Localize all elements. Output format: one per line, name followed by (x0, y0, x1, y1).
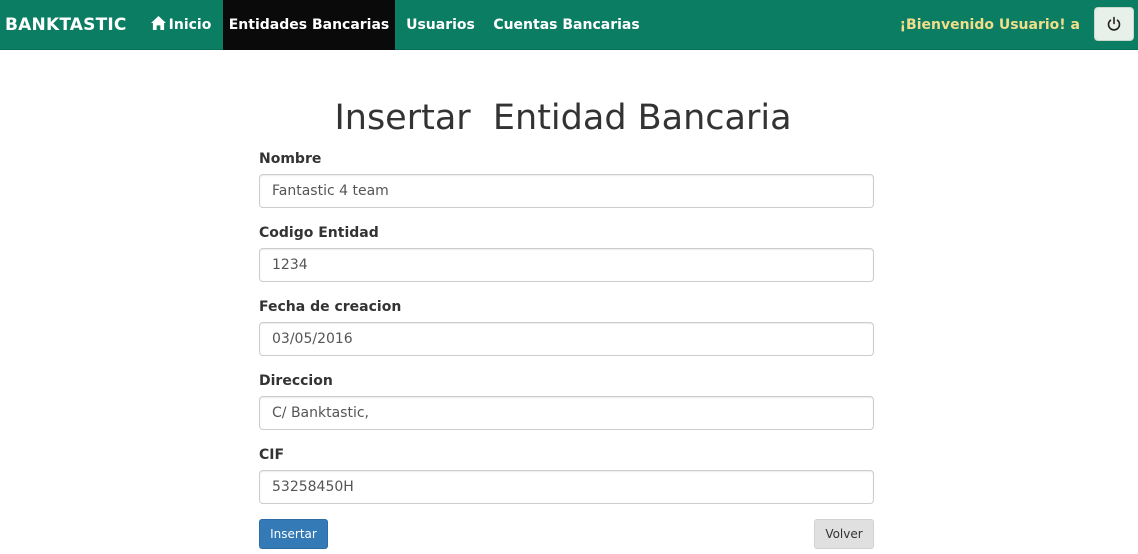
logout-button[interactable] (1094, 7, 1134, 41)
nav-item-usuarios[interactable]: Usuarios (395, 0, 486, 50)
nav-item-entidades-bancarias[interactable]: Entidades Bancarias (223, 0, 395, 50)
fecha-creacion-input[interactable] (259, 322, 874, 356)
nav-item-inicio[interactable]: Inicio (139, 0, 223, 50)
cif-input[interactable] (259, 470, 874, 504)
codigo-entidad-label: Codigo Entidad (259, 225, 379, 241)
direccion-label: Direccion (259, 373, 333, 389)
home-icon (150, 16, 166, 30)
top-navbar: BANKTASTIC Inicio Entidades Bancarias Us… (0, 0, 1138, 50)
fecha-creacion-label: Fecha de creacion (259, 299, 402, 315)
codigo-entidad-input[interactable] (259, 248, 874, 282)
direccion-input[interactable] (259, 396, 874, 430)
brand-logo[interactable]: BANKTASTIC (5, 0, 127, 50)
welcome-message: ¡Bienvenido Usuario! a (899, 17, 1080, 33)
nombre-input[interactable] (259, 174, 874, 208)
nav-item-label: Inicio (168, 17, 212, 33)
nav-item-cuentas-bancarias[interactable]: Cuentas Bancarias (486, 0, 647, 50)
nombre-label: Nombre (259, 151, 322, 167)
page-title: Insertar Entidad Bancaria (334, 98, 792, 138)
insertar-button[interactable]: Insertar (259, 519, 328, 549)
volver-button[interactable]: Volver (814, 519, 874, 549)
cif-label: CIF (259, 447, 285, 463)
power-icon (1107, 16, 1121, 31)
